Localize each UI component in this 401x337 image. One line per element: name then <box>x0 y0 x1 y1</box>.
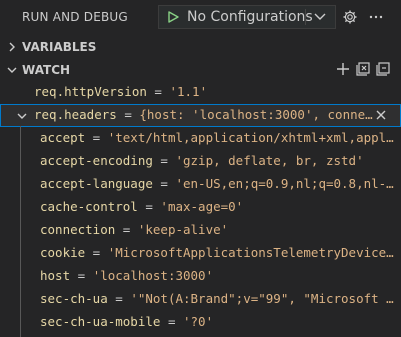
header-entry: sec-ch-ua-mobile = '?0' <box>40 314 214 329</box>
watch-child-row[interactable]: accept-encoding = 'gzip, deflate, br, zs… <box>0 150 401 173</box>
watch-child-row[interactable]: cookie = 'MicrosoftApplicationsTelemetry… <box>0 242 401 265</box>
watch-section-header[interactable]: WATCH <box>0 59 401 81</box>
more-icon[interactable] <box>368 9 384 25</box>
header-entry: sec-ch-ua = '"Not(A:Brand";v="99", "Micr… <box>40 291 394 306</box>
chevron-right-icon <box>9 42 15 52</box>
watch-actions <box>335 61 391 80</box>
watch-child-row[interactable]: cache-control = 'max-age=0' <box>0 196 401 219</box>
configuration-label: No Configurations <box>187 9 313 25</box>
view-title: RUN AND DEBUG <box>22 10 128 24</box>
watch-child-row[interactable]: connection = 'keep-alive' <box>0 219 401 242</box>
watch-child-row[interactable]: accept = 'text/html,application/xhtml+xm… <box>0 127 401 150</box>
header-entry: cookie = 'MicrosoftApplicationsTelemetry… <box>40 245 394 260</box>
header-entry: host = 'localhost:3000' <box>40 268 214 283</box>
watch-label: WATCH <box>22 63 71 77</box>
remove-all-icon[interactable] <box>375 61 391 77</box>
close-icon[interactable] <box>375 109 387 121</box>
watch-child-row[interactable]: accept-language = 'en-US,en;q=0.9,nl;q=0… <box>0 173 401 196</box>
debug-toolbar: RUN AND DEBUG No Configurations <box>0 0 401 35</box>
watch-child-row[interactable]: sec-ch-ua = '"Not(A:Brand";v="99", "Micr… <box>0 288 401 311</box>
chevron-down-icon[interactable] <box>16 110 28 122</box>
variables-section-header[interactable]: VARIABLES <box>0 36 401 58</box>
chevron-down-icon <box>7 67 17 73</box>
header-entry: connection = 'keep-alive' <box>40 222 229 237</box>
configuration-dropdown[interactable]: No Configurations <box>158 5 336 29</box>
watch-expression-row-selected[interactable]: req.headers = {host: 'localhost:3000', c… <box>0 104 401 127</box>
watch-child-row[interactable]: sec-ch-ua-mobile = '?0' <box>0 311 401 334</box>
watch-expression: req.headers = {host: 'localhost:3000', c… <box>34 107 373 122</box>
watch-expression: req.httpVersion = '1.1' <box>34 84 208 99</box>
watch-expression-row[interactable]: req.httpVersion = '1.1' <box>0 81 401 104</box>
header-entry: accept = 'text/html,application/xhtml+xm… <box>40 130 394 145</box>
play-icon[interactable] <box>167 11 179 23</box>
add-icon[interactable] <box>335 61 351 77</box>
chevron-down-icon[interactable] <box>313 11 327 23</box>
divider <box>305 9 306 25</box>
header-entry: accept-language = 'en-US,en;q=0.9,nl;q=0… <box>40 176 394 191</box>
watch-child-row[interactable]: host = 'localhost:3000' <box>0 265 401 288</box>
variables-label: VARIABLES <box>22 40 97 54</box>
gear-icon[interactable] <box>342 9 358 25</box>
header-entry: cache-control = 'max-age=0' <box>40 199 244 214</box>
header-entry: accept-encoding = 'gzip, deflate, br, zs… <box>40 153 364 168</box>
collapse-all-icon[interactable] <box>355 61 371 77</box>
